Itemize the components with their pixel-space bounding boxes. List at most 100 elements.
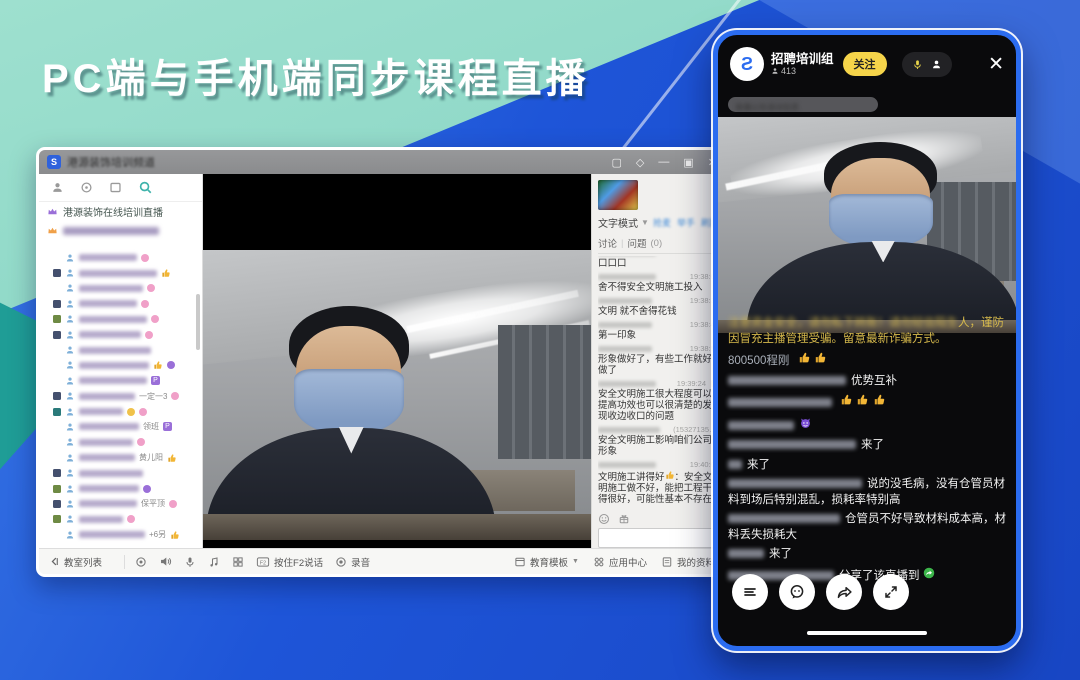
expand-button[interactable] — [873, 574, 909, 610]
chat-action-links[interactable]: 抢麦举手刷屏 — [653, 216, 719, 229]
doc-icon — [661, 556, 673, 568]
message-text: 安全文明施工影响咱们公司形象 — [598, 435, 719, 457]
phone-chat-overlay[interactable]: 注意资金安全，请勿私下转账！请勿轻信陌生人，谨防因冒充主播管理受骗。留意最新诈骗… — [728, 315, 1008, 584]
message-text: 优势互补 — [851, 375, 897, 387]
mic-icon[interactable] — [184, 556, 196, 568]
member-row[interactable] — [39, 358, 202, 373]
chat-text-input[interactable] — [598, 528, 719, 548]
classroom-list-button[interactable]: 教室列表 — [49, 555, 102, 569]
home-indicator[interactable] — [807, 631, 927, 635]
blurred-member-name — [79, 408, 123, 415]
chat-link[interactable]: 抢麦 — [653, 216, 671, 229]
announcement-pill[interactable]: 直播公告滚动信息 — [728, 97, 878, 112]
minimize-button[interactable]: — — [658, 156, 669, 169]
sidebar-scrollbar[interactable] — [196, 294, 200, 350]
tab-discuss[interactable]: 讨论 — [598, 236, 617, 250]
p-badge-icon: P — [151, 376, 160, 385]
speaker-icon[interactable] — [159, 555, 172, 568]
pc-video-area[interactable] — [203, 174, 591, 548]
contacts-icon[interactable] — [51, 181, 64, 194]
gift-icon[interactable] — [618, 513, 630, 525]
pc-bottom-toolbar: 教室列表 F2 按住F2说话 录音 教育模板▼ — [39, 548, 725, 574]
grid-icon[interactable] — [232, 556, 244, 568]
tab-question[interactable]: 问题 — [627, 236, 646, 250]
thumb-up-icon — [153, 360, 163, 370]
app-center-button[interactable]: 应用中心 — [593, 555, 647, 569]
emoji-icon[interactable] — [598, 513, 610, 525]
pin-icon[interactable] — [80, 181, 93, 194]
member-row[interactable] — [39, 265, 202, 280]
member-row[interactable]: 领班P — [39, 419, 202, 434]
mode-label[interactable]: 文字模式 — [598, 215, 638, 230]
blurred-member-name — [79, 393, 135, 400]
member-row[interactable] — [39, 465, 202, 480]
channel-row-blurred[interactable] — [39, 221, 202, 240]
badge-dot-icon — [127, 408, 135, 416]
message-text: 来了 — [861, 439, 884, 451]
badge-dot-icon — [141, 254, 149, 262]
comment-button[interactable] — [779, 574, 815, 610]
message-text: 口口口 — [598, 258, 719, 269]
member-row[interactable] — [39, 296, 202, 311]
chat-link[interactable]: 举手 — [677, 216, 695, 229]
member-row[interactable]: P — [39, 373, 202, 388]
member-row[interactable] — [39, 342, 202, 357]
panel-toggle-icon[interactable]: ▢ — [612, 156, 622, 169]
blurred-member-name — [79, 531, 145, 538]
member-person-icon — [65, 468, 75, 478]
role-badge-icon — [53, 392, 61, 400]
member-row[interactable] — [39, 250, 202, 265]
panel-icon[interactable] — [109, 181, 122, 194]
member-suffix: 一定一3 — [139, 391, 167, 402]
member-row[interactable] — [39, 327, 202, 342]
member-row[interactable]: 保平顶 — [39, 496, 202, 511]
member-row[interactable]: 一定一3 — [39, 389, 202, 404]
blurred-member-name — [79, 377, 147, 384]
my-profile-button[interactable]: 我的资料 — [661, 555, 715, 569]
pc-chat-message: 19:38:06口口口 — [598, 256, 719, 269]
thumb-up-icon — [665, 470, 675, 480]
gem-icon[interactable]: ◇ — [636, 156, 644, 169]
badge-dot-icon — [167, 361, 175, 369]
maximize-button[interactable]: ▣ — [683, 156, 693, 169]
role-badge-icon — [53, 300, 61, 308]
music-icon[interactable] — [208, 556, 220, 568]
record-audio-button[interactable]: 录音 — [335, 555, 370, 569]
member-row[interactable] — [39, 512, 202, 527]
blurred-member-name — [79, 331, 141, 338]
hold-f2-talk-button[interactable]: F2 按住F2说话 — [256, 555, 323, 569]
pc-titlebar[interactable]: S 港源装饰培训频道 ▢ ◇ — ▣ ✕ — [39, 150, 725, 174]
phone-video-area[interactable] — [718, 117, 1016, 333]
member-row[interactable]: +6另 — [39, 527, 202, 542]
blurred-member-name — [79, 316, 147, 323]
record-dot-icon[interactable] — [135, 556, 147, 568]
member-row[interactable] — [39, 404, 202, 419]
channel-label: 港源装饰在线培训直播 — [63, 204, 163, 219]
streamer-avatar[interactable]: Ƨ — [730, 47, 764, 81]
member-suffix: 保平顶 — [141, 498, 165, 509]
member-row[interactable] — [39, 312, 202, 327]
blurred-member-name — [79, 500, 137, 507]
menu-button[interactable] — [732, 574, 768, 610]
link-mic-pill[interactable] — [902, 52, 952, 77]
pc-app-window: S 港源装饰培训频道 ▢ ◇ — ▣ ✕ 港源 — [36, 147, 728, 577]
pc-chat-message: 19:38:51形象做好了，有些工作就好做了 — [598, 344, 719, 376]
member-row[interactable] — [39, 481, 202, 496]
close-icon[interactable]: ✕ — [988, 55, 1004, 74]
blurred-sender-name — [598, 346, 652, 352]
member-row[interactable] — [39, 435, 202, 450]
shared-doc-thumbnail[interactable] — [598, 180, 638, 210]
chevron-down-icon[interactable]: ▼ — [641, 218, 649, 227]
search-icon[interactable] — [138, 180, 153, 195]
message-text: 来了 — [769, 548, 792, 560]
viewer-icon — [771, 67, 779, 75]
share-button[interactable] — [826, 574, 862, 610]
member-row[interactable]: 黄儿阳 — [39, 450, 202, 465]
member-row[interactable] — [39, 281, 202, 296]
follow-button[interactable]: 关注 — [843, 52, 887, 76]
member-person-icon — [65, 345, 75, 355]
blurred-sender-name — [728, 460, 742, 469]
channel-row-live[interactable]: 港源装饰在线培训直播 — [39, 202, 202, 221]
template-menu-button[interactable]: 教育模板▼ — [514, 555, 579, 569]
message-text: 文明 就不舍得花钱 — [598, 306, 719, 317]
